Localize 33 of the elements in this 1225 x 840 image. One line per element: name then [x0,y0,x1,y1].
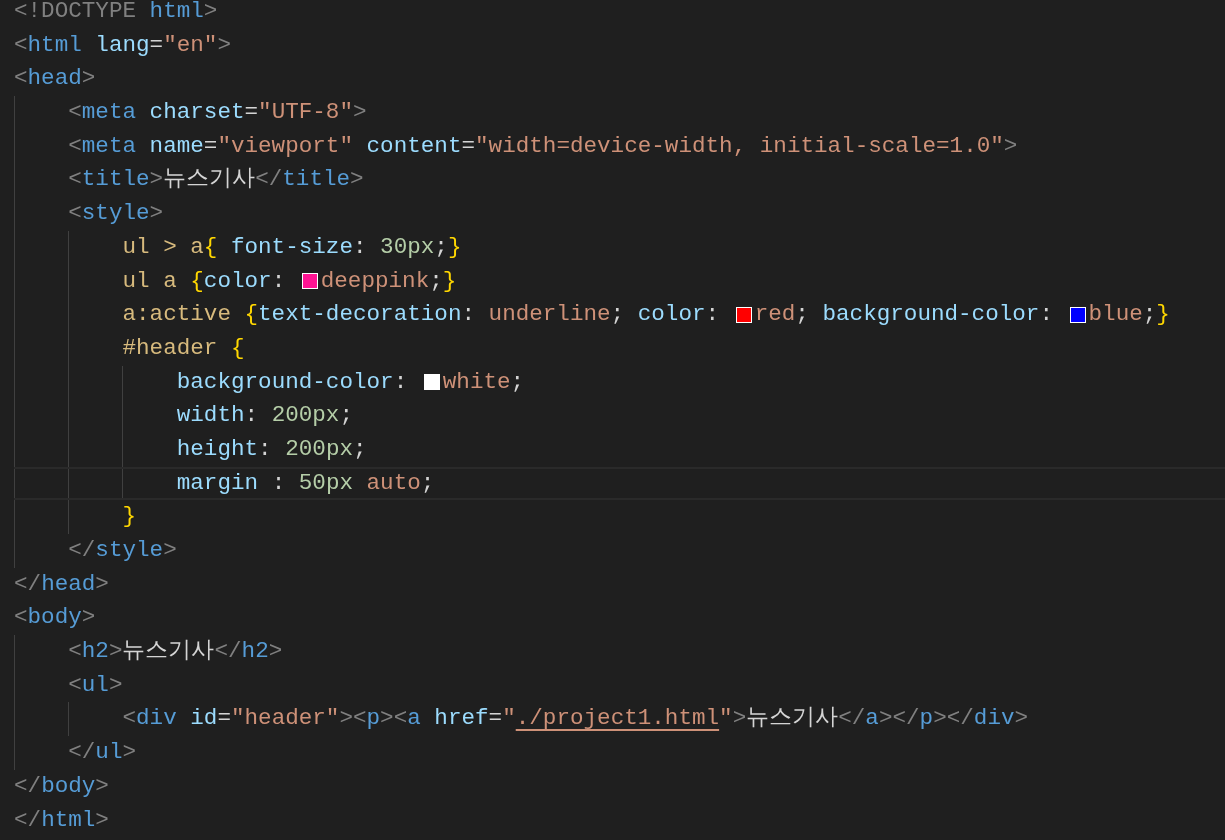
code-text: width: 200px; [176,401,353,431]
code-text: <head> [14,64,96,94]
color-swatch-icon[interactable] [735,307,752,324]
code-text: </html> [14,805,109,835]
code-text: </body> [14,771,109,801]
code-text: <meta name="viewport" content="width=device-width, initial-scale=1.0"> [68,131,1018,161]
code-text: <title>뉴스기사</title> [68,165,364,195]
code-text: <meta charset="UTF-8"> [68,98,367,128]
code-text: #header { [122,333,245,363]
code-text: <div id="header"><p><a href="./project1.html">뉴스기사</a></p></div> [122,704,1029,734]
code-text: deeppink;} [320,266,457,296]
code-text: blue;} [1088,300,1170,330]
code-text: red; background-color: [754,300,1054,330]
code-text: background-color: [176,367,409,397]
code-text: } [122,502,137,532]
code-text: <style> [68,199,164,229]
color-swatch-icon[interactable] [1069,307,1086,324]
code-text: </head> [14,569,109,599]
code-text: a:active {text-decoration: underline; color: [122,300,721,330]
code-text: white; [442,367,525,397]
color-swatch-icon[interactable] [423,374,440,391]
code-text: <h2>뉴스기사</h2> [68,637,283,667]
code-text: <html lang="en"> [14,30,231,60]
code-text: margin : 50px auto; [176,468,435,498]
code-text: <body> [14,603,96,633]
code-text: <!DOCTYPE html> [14,0,218,26]
code-text: <ul> [68,670,123,700]
color-swatch-icon[interactable] [301,273,318,290]
code-text: ul > a{ font-size: 30px;} [122,232,462,262]
code-text: height: 200px; [176,434,367,464]
code-text: </ul> [68,738,137,768]
code-text: </style> [68,536,177,565]
code-text: ul a {color: [122,266,287,296]
